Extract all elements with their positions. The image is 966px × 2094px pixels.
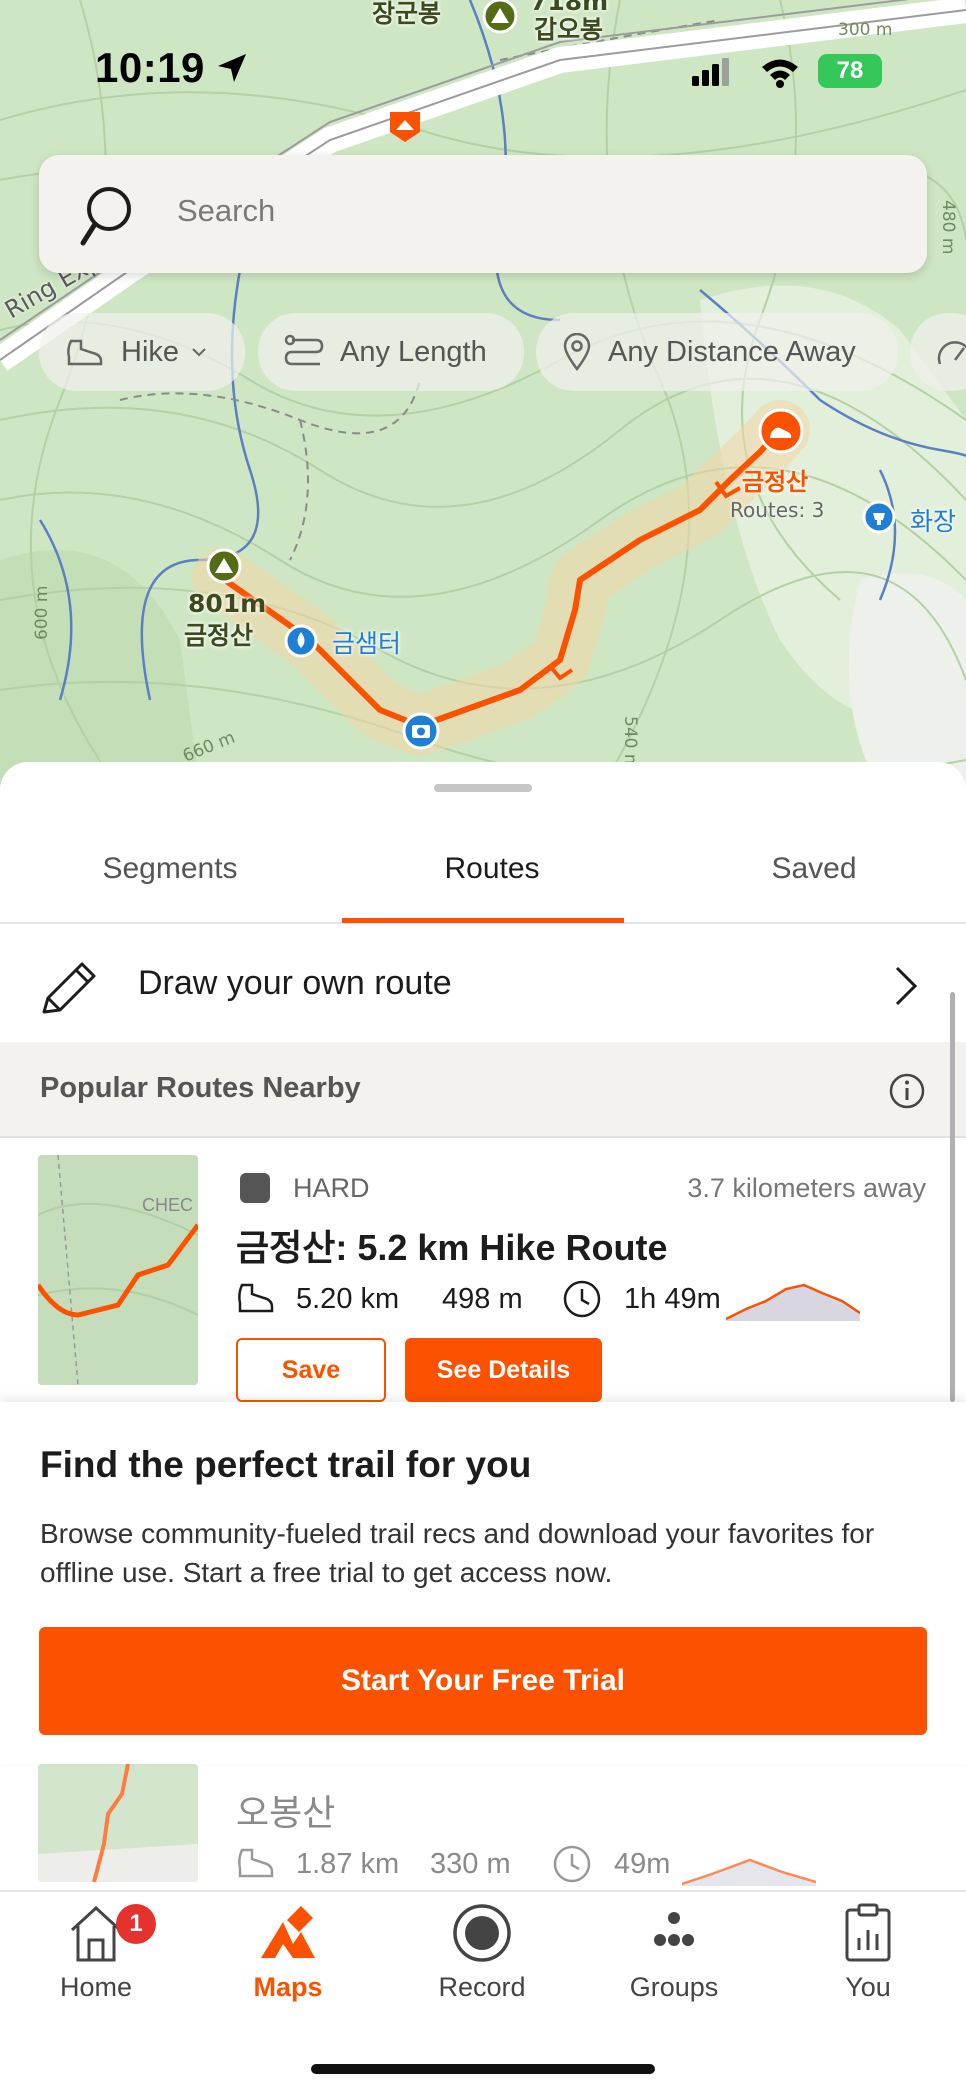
notification-badge: 1 xyxy=(116,1904,156,1944)
pencil-icon xyxy=(42,962,96,1014)
nav-you[interactable]: You xyxy=(788,1902,948,2022)
see-details-button[interactable]: See Details xyxy=(405,1338,602,1402)
battery-level: 78 xyxy=(836,57,864,84)
promo-body: Browse community-fueled trail recs and d… xyxy=(40,1518,875,1588)
route-length-icon xyxy=(284,334,324,366)
clock-icon xyxy=(563,1280,601,1318)
clock-icon xyxy=(553,1845,591,1883)
status-time: 10:19 xyxy=(95,44,205,91)
tab-active-indicator xyxy=(342,918,624,923)
nav-home-label: Home xyxy=(59,1972,133,2002)
nav-groups-label: Groups xyxy=(629,1972,719,2002)
save-route-button[interactable]: Save xyxy=(236,1338,386,1402)
map-label-contour: 480 m xyxy=(938,200,958,255)
nav-maps-label: Maps xyxy=(253,1972,323,2002)
chevron-down-icon xyxy=(192,348,206,357)
draw-route-label: Draw your own route xyxy=(138,964,452,1002)
route-thumbnail xyxy=(38,1764,198,1882)
search-icon xyxy=(80,187,131,246)
hiking-boot-icon xyxy=(238,1848,274,1878)
elevation-profile xyxy=(682,1858,816,1886)
map-label-toilet: 화장 xyxy=(910,507,957,536)
route-time: 49m xyxy=(614,1848,671,1880)
toilet-marker[interactable] xyxy=(862,500,896,534)
map-label-peak-name: 금정산 xyxy=(184,621,254,650)
tab-segments[interactable]: Segments xyxy=(10,852,330,886)
popular-routes-title: Popular Routes Nearby xyxy=(40,1072,361,1104)
search-input[interactable]: Search xyxy=(177,193,275,229)
gauge-icon xyxy=(937,341,966,365)
route-start-marker[interactable] xyxy=(758,408,804,454)
location-pin-icon xyxy=(563,333,591,371)
wifi-icon xyxy=(762,59,798,88)
tab-routes[interactable]: Routes xyxy=(332,852,652,886)
filter-length-chip[interactable]: Any Length xyxy=(258,313,524,391)
difficulty-label: HARD xyxy=(293,1173,370,1203)
route-name[interactable]: 금정산: 5.2 km Hike Route xyxy=(236,1219,667,1271)
chevron-right-icon xyxy=(895,966,918,1006)
search-bar[interactable]: Search xyxy=(39,155,927,273)
hiking-boot-icon xyxy=(238,1283,274,1313)
filter-length-label: Any Length xyxy=(340,335,487,368)
status-bar: 10:19 78 xyxy=(0,0,966,140)
nav-record[interactable]: Record xyxy=(402,1902,562,2022)
route-elevation: 330 m xyxy=(430,1848,511,1880)
info-icon[interactable] xyxy=(888,1072,926,1110)
route-length: 1.87 km xyxy=(296,1848,400,1880)
home-icon xyxy=(70,1905,122,1962)
battery-indicator: 78 xyxy=(818,54,882,88)
nav-home[interactable]: Home 1 xyxy=(16,1902,176,2022)
free-trial-promo: Find the perfect trail for you Browse co… xyxy=(0,1402,966,1764)
distance-away: 3.7 kilometers away xyxy=(687,1173,926,1203)
map-label-spring: 금샘터 xyxy=(332,629,402,658)
map-label-peak-elevation: 801m xyxy=(188,589,267,618)
filter-distance-chip[interactable]: Any Distance Away xyxy=(536,313,898,391)
maps-icon xyxy=(261,1906,315,1958)
promo-title: Find the perfect trail for you xyxy=(40,1444,532,1485)
nav-groups[interactable]: Groups xyxy=(594,1902,754,2022)
cellular-signal-icon xyxy=(692,58,729,86)
route-name[interactable]: 오봉산 xyxy=(236,1784,335,1836)
start-free-trial-button[interactable]: Start Your Free Trial xyxy=(39,1627,927,1735)
elevation-profile xyxy=(726,1283,860,1321)
sheet-grabber[interactable] xyxy=(434,784,532,792)
route-card[interactable]: 오봉산 1.87 km 330 m 49m xyxy=(0,1764,966,1892)
map-label-contour: 600 m xyxy=(32,585,52,640)
home-indicator[interactable] xyxy=(311,2064,655,2074)
route-time: 1h 49m xyxy=(624,1283,721,1315)
draw-route-row[interactable]: Draw your own route xyxy=(0,924,966,1044)
route-thumbnail: CHEC xyxy=(38,1155,198,1385)
groups-icon xyxy=(654,1912,694,1946)
difficulty-indicator xyxy=(240,1173,270,1203)
popular-routes-header: Popular Routes Nearby xyxy=(0,1042,966,1138)
map-view[interactable]: 장군봉 718m 갑오봉 801m 금정산 금샘터 금정산 Routes: 3 … xyxy=(0,0,966,790)
location-arrow-icon xyxy=(218,54,246,82)
spring-marker[interactable] xyxy=(284,624,318,658)
photo-marker[interactable] xyxy=(402,712,440,750)
map-label-route-count: Routes: 3 xyxy=(730,498,825,522)
route-length: 5.20 km xyxy=(296,1283,400,1315)
nav-record-label: Record xyxy=(438,1972,526,2002)
record-icon xyxy=(453,1904,511,1962)
hiking-boot-icon xyxy=(67,339,103,366)
clipboard-stats-icon xyxy=(845,1903,891,1962)
nav-maps[interactable]: Maps xyxy=(208,1902,368,2022)
peak-marker[interactable] xyxy=(206,548,242,584)
tab-saved[interactable]: Saved xyxy=(654,852,966,886)
thumbnail-label: CHEC xyxy=(142,1195,194,1215)
map-label-trailhead: 금정산 xyxy=(742,468,809,496)
filter-distance-label: Any Distance Away xyxy=(608,335,856,368)
nav-you-label: You xyxy=(845,1972,891,2002)
filter-sport-chip[interactable]: Hike xyxy=(39,313,245,391)
route-elevation: 498 m xyxy=(442,1283,523,1315)
filter-sport-label: Hike xyxy=(121,335,180,368)
